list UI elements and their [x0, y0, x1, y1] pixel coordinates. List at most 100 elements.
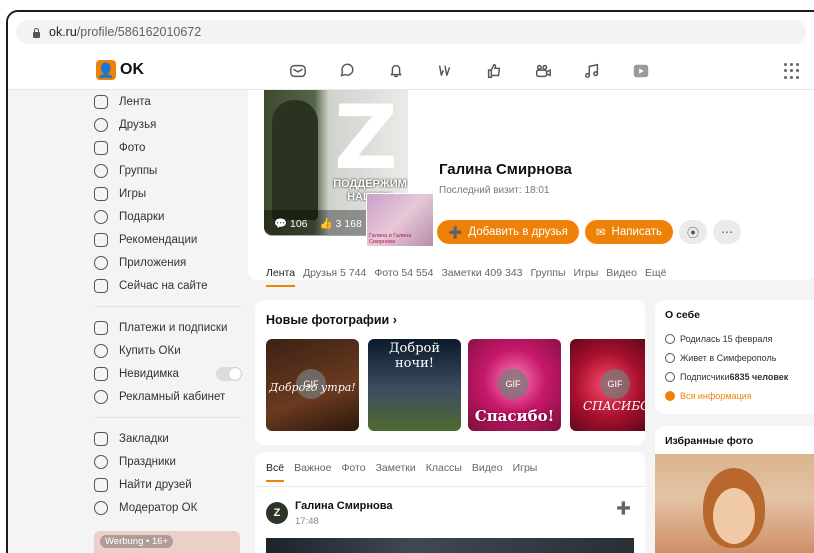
comments-count[interactable]: 💬 106 — [274, 217, 308, 230]
tab-item[interactable]: Лента — [266, 267, 296, 287]
new-photos-title[interactable]: Новые фотографии › — [266, 313, 397, 327]
lock-icon — [32, 27, 41, 38]
left-sidebar: Лента Друзья Фото Группы Игры Подарки Рекоменд… — [88, 90, 248, 553]
all-info-text: Вся информация — [680, 390, 752, 401]
url-host: ok.ru — [49, 25, 77, 39]
post-image[interactable] — [266, 538, 634, 553]
tab-item[interactable]: Игры — [574, 267, 599, 287]
tab-item[interactable]: Заметки 409 343 — [441, 267, 522, 287]
mail-icon[interactable] — [286, 59, 310, 83]
wallet-icon — [94, 320, 108, 335]
sidebar-item[interactable]: Найти друзей — [88, 473, 248, 496]
top-navigation — [286, 59, 653, 83]
megaphone-icon — [94, 389, 108, 404]
holiday-icon — [94, 454, 108, 469]
tab-item[interactable]: Заметки — [376, 462, 416, 482]
sidebar-item[interactable]: Рекламный кабинет — [88, 385, 248, 408]
video-icon[interactable] — [629, 59, 653, 83]
sidebar-item[interactable]: Невидимка — [88, 362, 248, 385]
tab-item[interactable]: Группы — [531, 267, 566, 287]
add-friend-button[interactable]: ➕ Добавить в друзья — [437, 220, 579, 244]
sidebar-item-label: Рекламный кабинет — [119, 390, 226, 403]
logo-text: OK — [120, 61, 144, 78]
sidebar-item-label: Найти друзей — [119, 478, 192, 491]
tab-item[interactable]: Игры — [513, 462, 538, 482]
tab-item[interactable]: Видео — [606, 267, 637, 287]
sidebar-item-label: Рекомендации — [119, 233, 198, 246]
sidebar-item[interactable]: Игры — [88, 182, 248, 205]
bell-icon[interactable] — [384, 59, 408, 83]
sidebar-item[interactable]: Приложения — [88, 251, 248, 274]
sidebar-item-label: Сейчас на сайте — [119, 279, 208, 292]
favorite-photos-title: Избранные фото — [665, 435, 754, 447]
sidebar-item[interactable]: Модератор ОК — [88, 496, 248, 519]
address-bar-area: ok.ru/profile/586162010672 — [8, 12, 814, 52]
post-author-avatar[interactable]: Z — [266, 502, 288, 524]
photo-item[interactable]: GIF Доброго утра! — [266, 339, 359, 431]
music-icon[interactable] — [580, 59, 604, 83]
video-call-icon[interactable] — [531, 59, 555, 83]
new-photos-section: Новые фотографии › GIF Доброго утра! Доб… — [255, 300, 645, 445]
like-icon[interactable] — [482, 59, 506, 83]
ok-logo[interactable]: 👤 OK — [96, 60, 144, 80]
apps-grid-icon[interactable] — [784, 63, 800, 79]
sidebar-item[interactable]: Купить ОКи — [88, 339, 248, 362]
tab-item[interactable]: Классы — [426, 462, 462, 482]
moderator-icon — [94, 500, 108, 515]
profile-photo-thumbnail[interactable]: Галина и Галина Смирнова — [366, 193, 434, 247]
tab-item[interactable]: Важное — [294, 462, 331, 482]
rss-icon — [665, 371, 675, 382]
photo-item[interactable]: GIF Спасибо! — [468, 339, 561, 431]
invisible-toggle[interactable] — [216, 366, 242, 381]
games-icon — [94, 186, 108, 201]
guests-icon[interactable] — [433, 59, 457, 83]
city-text: Живет в Симферополь — [680, 352, 777, 363]
sidebar-item[interactable]: Друзья — [88, 113, 248, 136]
photo-caption: Доброго утра! — [269, 381, 356, 394]
post-author[interactable]: Галина Смирнова — [295, 500, 392, 512]
message-icon: ✉ — [595, 227, 606, 239]
likes-count[interactable]: 👍 3 168 — [320, 217, 362, 230]
sidebar-item[interactable]: Сейчас на сайте — [88, 274, 248, 297]
sidebar-item[interactable]: Праздники — [88, 450, 248, 473]
chat-icon[interactable] — [335, 59, 359, 83]
gift-icon — [94, 209, 108, 224]
photo-item[interactable]: Доброй ночи! — [368, 339, 461, 431]
sidebar-divider — [94, 306, 242, 307]
tab-item[interactable]: Всё — [266, 462, 285, 482]
address-bar[interactable]: ok.ru/profile/586162010672 — [16, 20, 806, 44]
favorite-photo[interactable] — [655, 454, 814, 553]
tab-item[interactable]: Ещё — [645, 267, 666, 287]
subscribers-count: 6835 человек — [729, 371, 789, 382]
more-icon: ⋯ — [721, 225, 734, 239]
birthday-row: Родилась 15 февраля — [665, 329, 806, 348]
ad-banner[interactable]: Werbung • 16+ — [94, 531, 240, 553]
add-friend-icon[interactable]: ➕ — [616, 501, 631, 515]
all-info-link[interactable]: Вся информация — [665, 386, 806, 405]
sidebar-item-label: Купить ОКи — [119, 344, 181, 357]
sidebar-item[interactable]: Подарки — [88, 205, 248, 228]
sidebar-item[interactable]: Рекомендации — [88, 228, 248, 251]
profile-name: Галина Смирнова — [439, 161, 572, 178]
browser-window: ok.ru/profile/586162010672 👤 OK Лента Дру… — [6, 10, 814, 553]
chevron-right-icon: › — [392, 313, 397, 327]
subscribe-feed-button[interactable]: ⦿ — [679, 220, 708, 244]
tab-item[interactable]: Фото 54 554 — [374, 267, 433, 287]
photo-caption: Спасибо! — [474, 407, 555, 425]
tab-item[interactable]: Видео — [472, 462, 503, 482]
tab-item[interactable]: Друзья 5 744 — [303, 267, 366, 287]
sidebar-item[interactable]: Лента — [88, 90, 248, 113]
sidebar-item[interactable]: Фото — [88, 136, 248, 159]
sidebar-item[interactable]: Группы — [88, 159, 248, 182]
ad-label: Werbung • 16+ — [100, 535, 174, 548]
write-message-button[interactable]: ✉ Написать — [584, 220, 674, 244]
groups-icon — [94, 163, 108, 178]
sidebar-item[interactable]: Платежи и подписки — [88, 316, 248, 339]
feed-divider — [255, 486, 645, 487]
sidebar-item[interactable]: Закладки — [88, 427, 248, 450]
bookmark-icon — [94, 431, 108, 446]
more-actions-button[interactable]: ⋯ — [713, 220, 742, 244]
subscribers-row[interactable]: Подписчики 6835 человек — [665, 367, 806, 386]
photo-item[interactable]: GIF СПАСИБО — [570, 339, 645, 431]
tab-item[interactable]: Фото — [341, 462, 365, 482]
